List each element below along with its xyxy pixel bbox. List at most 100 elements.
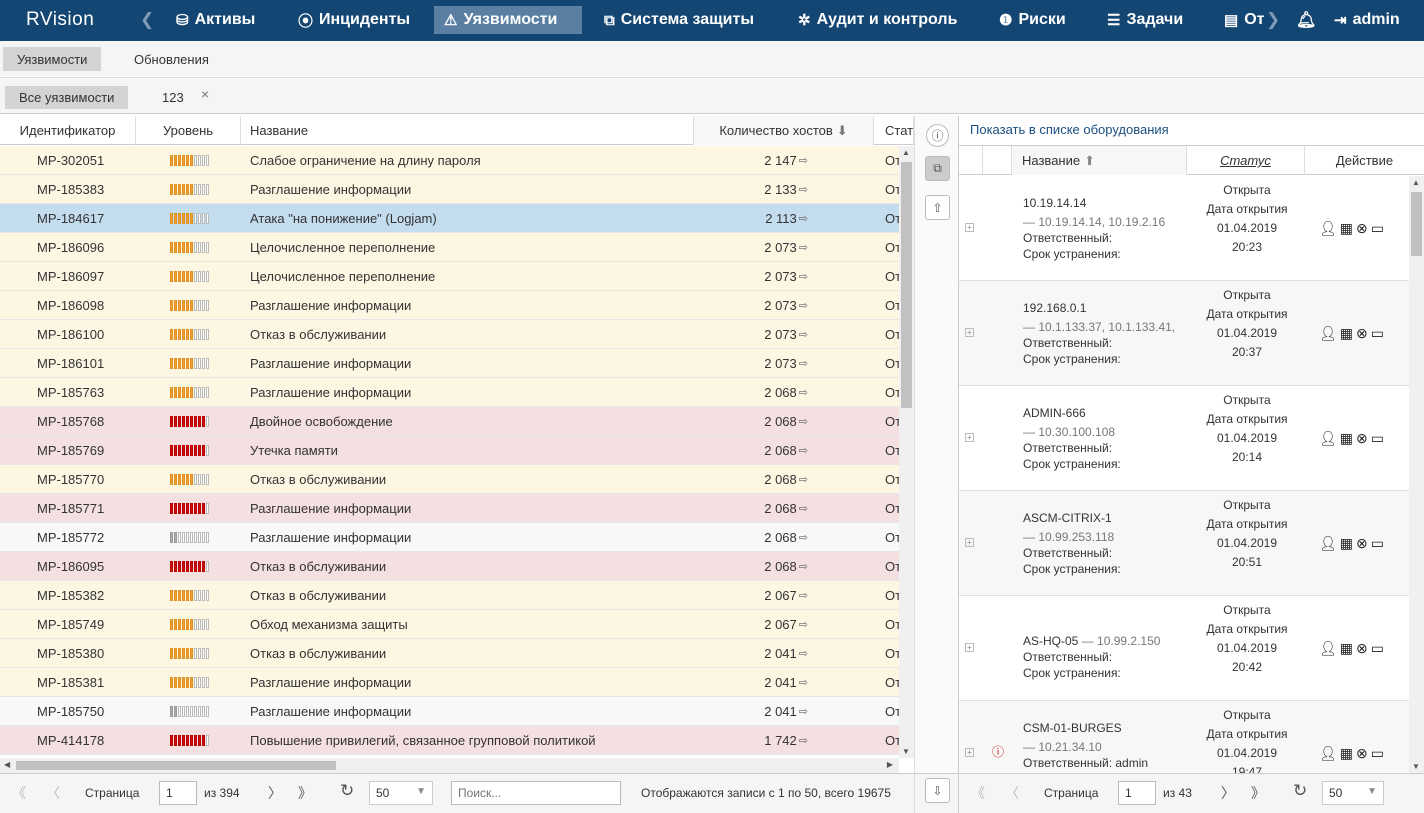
host-count[interactable]: 2 067 ⇨ bbox=[700, 610, 808, 639]
calendar-icon[interactable]: ▦ bbox=[1340, 745, 1353, 762]
expand-icon[interactable]: + bbox=[965, 643, 974, 652]
host-row[interactable]: +10.19.14.14 — 10.19.14.14, 10.19.2.16 Отв… bbox=[959, 176, 1409, 281]
nav-item-risks[interactable]: ❶ Риски bbox=[989, 6, 1076, 34]
calendar-icon[interactable]: ▦ bbox=[1340, 430, 1353, 447]
page-size-select[interactable]: 50 ▼ bbox=[369, 781, 433, 805]
table-row[interactable]: MP-184617 Атака "на понижение" (Logjam) 2 … bbox=[0, 204, 901, 233]
table-row[interactable]: MP-185749 Обход механизма защиты 2 067 ⇨ От bbox=[0, 610, 901, 639]
host-count[interactable]: 2 068 ⇨ bbox=[700, 407, 808, 436]
assign-user-icon[interactable]: 👤︎ bbox=[1319, 325, 1337, 342]
table-row[interactable]: MP-186100 Отказ в обслуживании 2 073 ⇨ От bbox=[0, 320, 901, 349]
calendar-icon[interactable]: ▦ bbox=[1340, 535, 1353, 552]
comment-icon[interactable]: ▭ bbox=[1371, 535, 1384, 552]
prev-page-icon[interactable]: 〈 bbox=[1005, 783, 1019, 803]
column-level[interactable]: Уровень bbox=[136, 116, 241, 145]
table-row[interactable]: MP-186097 Целочисленное переполнение 2 073… bbox=[0, 262, 901, 291]
host-row[interactable]: + AS-HQ-05 — 10.99.2.150 Ответственный: Сро… bbox=[959, 596, 1409, 701]
column-host-name[interactable]: Название ⬆ bbox=[1012, 146, 1187, 175]
nav-item-tasks[interactable]: ☰ Задачи bbox=[1097, 6, 1193, 34]
user-menu[interactable]: ⇥ admin bbox=[1324, 6, 1410, 34]
hosts-vertical-scrollbar[interactable]: ▲ ▼ bbox=[1409, 176, 1424, 773]
table-row[interactable]: MP-185771 Разглашение информации 2 068 ⇨ От bbox=[0, 494, 901, 523]
expand-icon[interactable]: + bbox=[965, 433, 974, 442]
grid-horizontal-scrollbar[interactable]: ◀ ▶ bbox=[0, 758, 899, 773]
close-circle-icon[interactable]: ⊗ bbox=[1356, 535, 1368, 552]
column-host-status[interactable]: Статус bbox=[1187, 146, 1305, 175]
import-down-icon[interactable]: ⇩ bbox=[925, 778, 950, 803]
table-row[interactable]: MP-186098 Разглашение информации 2 073 ⇨ От bbox=[0, 291, 901, 320]
host-count[interactable]: 2 041 ⇨ bbox=[700, 668, 808, 697]
table-row[interactable]: MP-185769 Утечка памяти 2 068 ⇨ От bbox=[0, 436, 901, 465]
table-row[interactable]: MP-185750 Разглашение информации 2 041 ⇨ От bbox=[0, 697, 901, 726]
column-status[interactable]: Стат bbox=[874, 116, 914, 145]
first-page-icon[interactable]: 《 bbox=[12, 783, 26, 803]
calendar-icon[interactable]: ▦ bbox=[1340, 220, 1353, 237]
nav-item-assets[interactable]: ⛁ Активы bbox=[166, 6, 265, 34]
host-count[interactable]: 2 068 ⇨ bbox=[700, 552, 808, 581]
host-count[interactable]: 2 068 ⇨ bbox=[700, 465, 808, 494]
comment-icon[interactable]: ▭ bbox=[1371, 220, 1384, 237]
expand-icon[interactable]: + bbox=[965, 328, 974, 337]
tab-updates[interactable]: Обновления bbox=[120, 47, 223, 71]
filter-all-vulnerabilities[interactable]: Все уязвимости bbox=[5, 86, 129, 109]
assign-user-icon[interactable]: 👤︎ bbox=[1319, 535, 1337, 552]
assign-user-icon[interactable]: 👤︎ bbox=[1319, 640, 1337, 657]
first-page-icon[interactable]: 《 bbox=[971, 783, 985, 803]
table-row[interactable]: MP-185763 Разглашение информации 2 068 ⇨ От bbox=[0, 378, 901, 407]
grid-vertical-scrollbar[interactable]: ▲ ▼ bbox=[899, 146, 914, 758]
host-count[interactable]: 2 041 ⇨ bbox=[700, 697, 808, 726]
column-hosts[interactable]: Количество хостов ⬇ bbox=[694, 116, 874, 145]
scrollbar-thumb[interactable] bbox=[901, 162, 912, 408]
host-count[interactable]: 1 742 ⇨ bbox=[700, 726, 808, 755]
scroll-down-icon[interactable]: ▼ bbox=[902, 747, 910, 756]
assign-user-icon[interactable]: 👤︎ bbox=[1319, 220, 1337, 237]
assign-user-icon[interactable]: 👤︎ bbox=[1319, 430, 1337, 447]
table-row[interactable]: MP-302051 Слабое ограничение на длину пар… bbox=[0, 146, 901, 175]
close-circle-icon[interactable]: ⊗ bbox=[1356, 220, 1368, 237]
tab-vulnerabilities[interactable]: Уязвимости bbox=[3, 47, 102, 71]
calendar-icon[interactable]: ▦ bbox=[1340, 640, 1353, 657]
table-row[interactable]: MP-185768 Двойное освобождение 2 068 ⇨ От bbox=[0, 407, 901, 436]
scroll-up-icon[interactable]: ▲ bbox=[902, 148, 910, 157]
column-id[interactable]: Идентификатор bbox=[0, 116, 136, 145]
host-count[interactable]: 2 147 ⇨ bbox=[700, 146, 808, 175]
host-count[interactable]: 2 113 ⇨ bbox=[700, 204, 808, 233]
search-input[interactable] bbox=[451, 781, 621, 805]
table-row[interactable]: MP-185382 Отказ в обслуживании 2 067 ⇨ От bbox=[0, 581, 901, 610]
comment-icon[interactable]: ▭ bbox=[1371, 430, 1384, 447]
host-count[interactable]: 2 073 ⇨ bbox=[700, 262, 808, 291]
last-page-icon[interactable]: 》 bbox=[298, 783, 312, 803]
refresh-icon[interactable]: ↻ bbox=[1293, 781, 1307, 801]
host-count[interactable]: 2 068 ⇨ bbox=[700, 494, 808, 523]
calendar-icon[interactable]: ▦ bbox=[1340, 325, 1353, 342]
scroll-left-icon[interactable]: ◀ bbox=[4, 760, 10, 769]
notifications-bell-icon[interactable]: 🔔︎ bbox=[1286, 6, 1326, 34]
comment-icon[interactable]: ▭ bbox=[1371, 640, 1384, 657]
nav-item-audit[interactable]: ✲ Аудит и контроль bbox=[788, 6, 967, 34]
host-count[interactable]: 2 073 ⇨ bbox=[700, 233, 808, 262]
table-row[interactable]: MP-185772 Разглашение информации 2 068 ⇨ От bbox=[0, 523, 901, 552]
expand-icon[interactable]: + bbox=[965, 538, 974, 547]
host-count[interactable]: 2 073 ⇨ bbox=[700, 320, 808, 349]
comment-icon[interactable]: ▭ bbox=[1371, 745, 1384, 762]
nav-scroll-right-icon[interactable]: ❯ bbox=[1266, 10, 1280, 30]
table-row[interactable]: MP-186101 Разглашение информации 2 073 ⇨ От bbox=[0, 349, 901, 378]
host-count[interactable]: 2 067 ⇨ bbox=[700, 581, 808, 610]
table-row[interactable]: MP-186095 Отказ в обслуживании 2 068 ⇨ От bbox=[0, 552, 901, 581]
host-count[interactable]: 2 041 ⇨ bbox=[700, 639, 808, 668]
expand-icon[interactable]: + bbox=[965, 748, 974, 757]
next-page-icon[interactable]: 〉 bbox=[1221, 783, 1235, 803]
table-row[interactable]: MP-185380 Отказ в обслуживании 2 041 ⇨ От bbox=[0, 639, 901, 668]
scrollbar-thumb[interactable] bbox=[1411, 192, 1422, 256]
next-page-icon[interactable]: 〉 bbox=[268, 783, 282, 803]
logo[interactable]: RVision bbox=[26, 9, 94, 31]
host-count[interactable]: 2 133 ⇨ bbox=[700, 175, 808, 204]
close-circle-icon[interactable]: ⊗ bbox=[1356, 640, 1368, 657]
scroll-up-icon[interactable]: ▲ bbox=[1412, 178, 1420, 187]
export-up-icon[interactable]: ⇧ bbox=[925, 195, 950, 220]
scroll-down-icon[interactable]: ▼ bbox=[1412, 762, 1420, 771]
prev-page-icon[interactable]: 〈 bbox=[46, 783, 60, 803]
host-row[interactable]: + ADMIN-666 — 10.30.100.108 Ответственный: С… bbox=[959, 386, 1409, 491]
close-circle-icon[interactable]: ⊗ bbox=[1356, 430, 1368, 447]
filter-close-icon[interactable]: × bbox=[201, 86, 209, 102]
